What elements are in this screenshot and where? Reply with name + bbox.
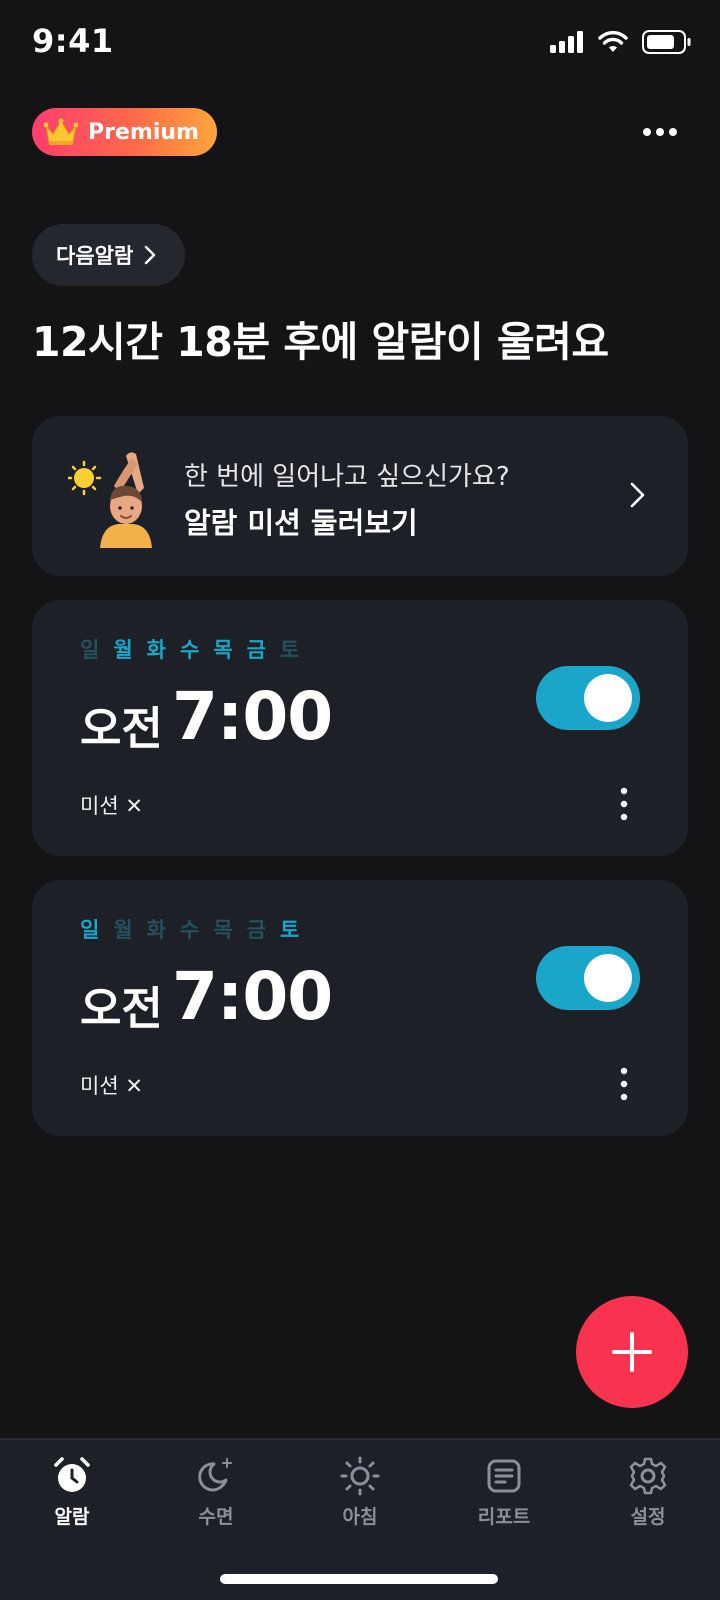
gear-icon xyxy=(629,1457,667,1495)
alarm-card[interactable]: 일 월 화 수 목 금 토 오전 7:00 미션 ✕ xyxy=(32,880,688,1136)
alarm-ampm: 오전 xyxy=(80,982,163,1035)
alarm-toggle[interactable] xyxy=(536,946,640,1010)
day-wed: 수 xyxy=(179,638,200,662)
next-alarm-label: 다음알람 xyxy=(56,244,134,268)
day-sat: 토 xyxy=(279,918,300,942)
tab-label: 수면 xyxy=(198,1506,234,1528)
day-wed: 수 xyxy=(179,918,200,942)
mission-banner-subtitle: 한 번에 일어나고 싶으신가요? xyxy=(184,462,510,492)
status-icons xyxy=(550,30,692,54)
tab-report[interactable]: 리포트 xyxy=(444,1456,564,1529)
signal-icon xyxy=(550,31,583,53)
alarm-clock-icon xyxy=(54,1457,90,1492)
home-indicator[interactable] xyxy=(220,1574,498,1584)
mission-banner-title: 알람 미션 둘러보기 xyxy=(184,506,418,540)
chevron-right-icon xyxy=(630,482,645,508)
crown-icon xyxy=(44,118,78,145)
day-mon: 월 xyxy=(113,638,133,662)
day-sun: 일 xyxy=(80,638,100,662)
repeat-days: 일 월 화 수 목 금 토 xyxy=(80,634,299,664)
alarm-toggle[interactable] xyxy=(536,666,640,730)
day-mon: 월 xyxy=(113,918,133,942)
day-fri: 금 xyxy=(246,638,266,662)
tab-label: 설정 xyxy=(630,1506,666,1528)
tab-label: 리포트 xyxy=(477,1506,531,1528)
status-time: 9:41 xyxy=(32,22,114,60)
more-vertical-icon[interactable] xyxy=(614,784,634,824)
plus-icon xyxy=(612,1332,652,1372)
day-sun: 일 xyxy=(80,918,100,942)
alarm-mission-label: 미션 ✕ xyxy=(80,794,143,818)
wifi-icon xyxy=(598,31,628,52)
more-horizontal-icon xyxy=(643,128,677,136)
next-alarm-headline: 12시간 18분 후에 알람이 울려요 xyxy=(32,318,609,366)
more-options-button[interactable] xyxy=(640,112,680,152)
premium-label: Premium xyxy=(88,119,199,145)
premium-button[interactable]: Premium xyxy=(32,108,217,156)
add-alarm-button[interactable] xyxy=(576,1296,688,1408)
day-thu: 목 xyxy=(213,918,233,942)
repeat-days: 일 월 화 수 목 금 토 xyxy=(80,914,299,944)
day-tue: 화 xyxy=(146,918,166,942)
alarm-mission-label: 미션 ✕ xyxy=(80,1074,143,1098)
toggle-knob xyxy=(584,954,632,1002)
report-icon xyxy=(487,1459,521,1493)
tab-sleep[interactable]: 수면 xyxy=(156,1456,276,1529)
alarm-ampm: 오전 xyxy=(80,702,163,755)
tab-alarm[interactable]: 알람 xyxy=(12,1456,132,1529)
day-fri: 금 xyxy=(246,918,266,942)
day-thu: 목 xyxy=(213,638,233,662)
day-sat: 토 xyxy=(279,638,300,662)
tab-label: 아침 xyxy=(342,1506,378,1528)
toggle-knob xyxy=(584,674,632,722)
more-vertical-icon[interactable] xyxy=(614,1064,634,1104)
status-bar: 9:41 xyxy=(0,0,720,90)
alarm-time: 7:00 xyxy=(172,958,333,1035)
alarm-time: 7:00 xyxy=(172,678,333,755)
tab-settings[interactable]: 설정 xyxy=(588,1456,708,1529)
day-tue: 화 xyxy=(146,638,166,662)
battery-icon xyxy=(642,30,691,54)
chevron-right-icon xyxy=(145,245,156,265)
tab-label: 알람 xyxy=(54,1506,90,1528)
stretching-person-illustration xyxy=(68,452,152,548)
alarm-card[interactable]: 일 월 화 수 목 금 토 오전 7:00 미션 ✕ xyxy=(32,600,688,856)
moon-icon xyxy=(198,1458,232,1492)
next-alarm-button[interactable]: 다음알람 xyxy=(32,224,186,286)
tab-morning[interactable]: 아침 xyxy=(300,1456,420,1529)
sun-icon xyxy=(340,1456,380,1496)
alarm-mission-banner[interactable]: 한 번에 일어나고 싶으신가요? 알람 미션 둘러보기 xyxy=(32,416,688,576)
